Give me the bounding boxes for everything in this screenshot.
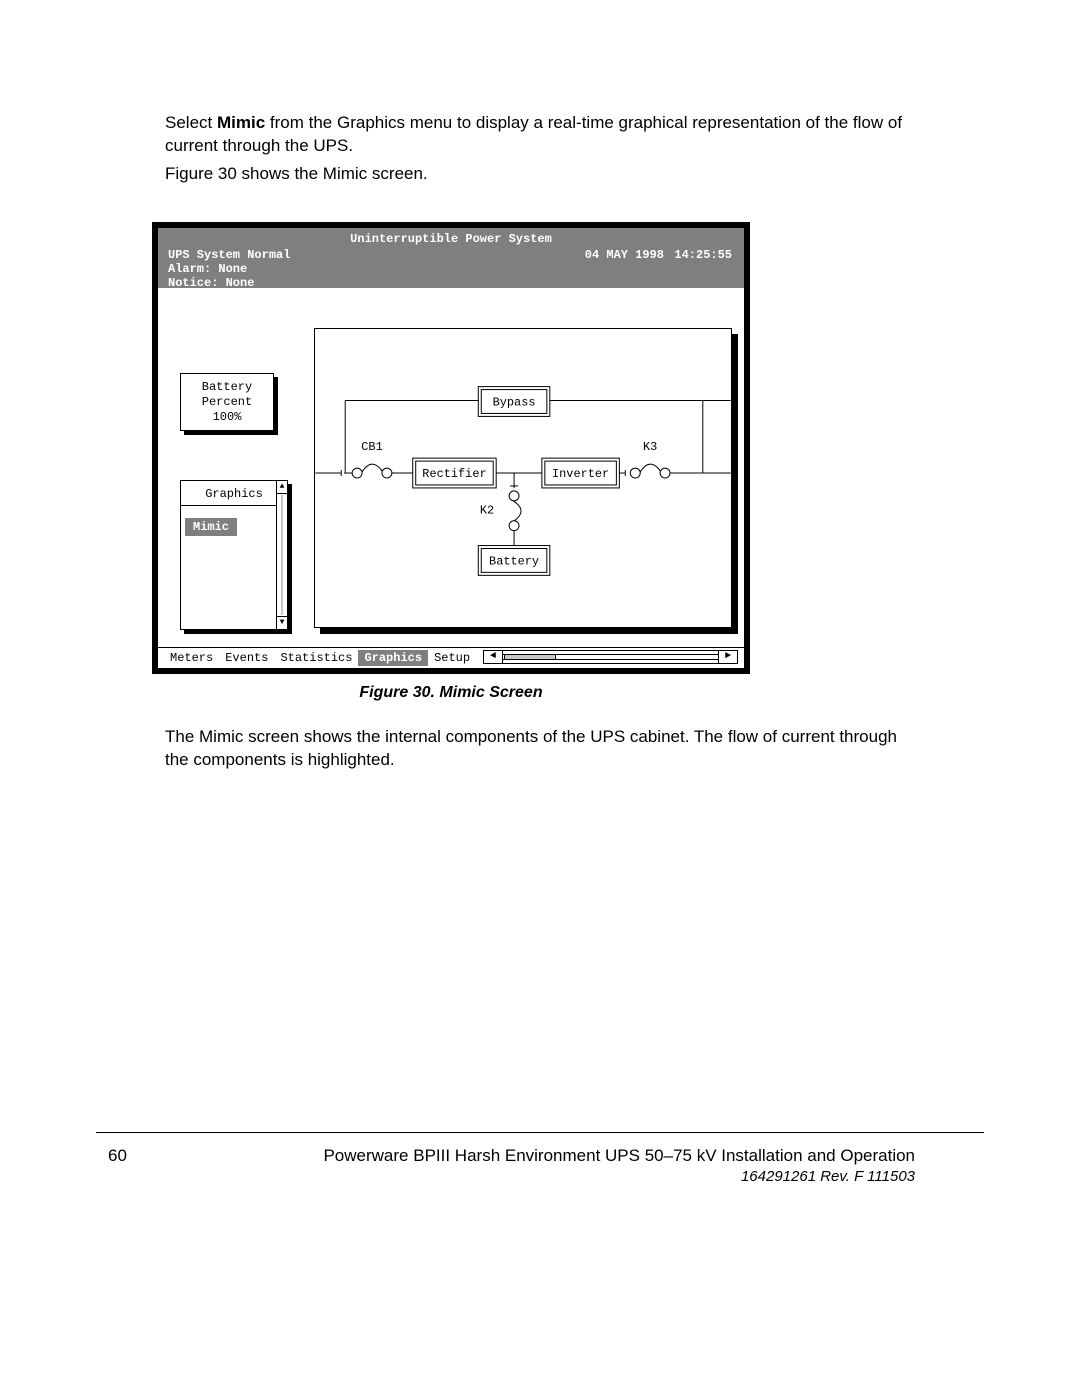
scrollbar-handle[interactable] — [504, 654, 556, 660]
divider — [181, 505, 287, 506]
battery-value: 100% — [213, 410, 242, 425]
menu-setup[interactable]: Setup — [428, 650, 476, 666]
chevron-down-icon[interactable]: ▼ — [277, 616, 287, 629]
mimic-diagram: Bypass Rectifier Inverter Battery — [314, 328, 732, 628]
text: Select — [165, 113, 217, 132]
menu-meters[interactable]: Meters — [164, 650, 219, 666]
k2-label: K2 — [480, 504, 494, 518]
battery-label-1: Battery — [202, 380, 252, 395]
screen-inner: Uninterruptible Power System UPS System … — [158, 228, 744, 668]
mimic-word: Mimic — [217, 113, 265, 132]
header-alarm: Alarm: None — [168, 262, 247, 276]
header-time: 14:25:55 — [674, 248, 732, 262]
menu-graphics[interactable]: Graphics — [358, 650, 428, 666]
footer-page-number: 60 — [108, 1146, 127, 1166]
document-page: Select Mimic from the Graphics menu to d… — [0, 0, 1080, 1397]
paragraph-1: Select Mimic from the Graphics menu to d… — [165, 112, 905, 158]
battery-percent-box: Battery Percent 100% — [180, 373, 274, 431]
chevron-up-icon[interactable]: ▲ — [277, 481, 287, 494]
graphics-menu-panel: Graphics Mimic ▲ ▼ — [180, 480, 288, 630]
k3-label: K3 — [643, 440, 657, 454]
menu-bar: Meters Events Statistics Graphics Setup … — [158, 647, 744, 668]
rectifier-label: Rectifier — [422, 467, 486, 481]
horizontal-scrollbar[interactable]: ◄ ► — [483, 650, 738, 664]
paragraph-3: The Mimic screen shows the internal comp… — [165, 726, 905, 772]
text: from the Graphics menu to display a real… — [165, 113, 902, 155]
paragraph-2: Figure 30 shows the Mimic screen. — [165, 163, 905, 186]
diagram-svg: Bypass Rectifier Inverter Battery — [315, 329, 731, 627]
bypass-label: Bypass — [493, 395, 536, 409]
screen-header: Uninterruptible Power System UPS System … — [158, 228, 744, 288]
graphics-menu-item-row: Mimic — [181, 514, 287, 536]
footer-rule — [96, 1132, 984, 1133]
cb1-label: CB1 — [361, 440, 382, 454]
battery-label: Battery — [489, 554, 539, 568]
chevron-right-icon[interactable]: ► — [718, 651, 737, 663]
chevron-left-icon[interactable]: ◄ — [484, 651, 503, 663]
header-status: UPS System Normal — [168, 248, 290, 262]
battery-label-2: Percent — [202, 395, 252, 410]
graphics-menu-title: Graphics — [181, 481, 287, 505]
inverter-label: Inverter — [552, 467, 609, 481]
scrollbar-track[interactable] — [281, 495, 283, 615]
scrollbar-track[interactable] — [503, 654, 718, 660]
header-date: 04 MAY 1998 — [585, 248, 664, 262]
menu-events[interactable]: Events — [219, 650, 274, 666]
mimic-screen-figure: Uninterruptible Power System UPS System … — [152, 222, 750, 674]
footer-revision: 164291261 Rev. F 111503 — [245, 1168, 915, 1185]
header-title: Uninterruptible Power System — [158, 232, 744, 246]
header-notice: Notice: None — [168, 276, 254, 290]
figure-caption: Figure 30. Mimic Screen — [152, 684, 750, 702]
menu-statistics[interactable]: Statistics — [274, 650, 358, 666]
graphics-menu-item-mimic[interactable]: Mimic — [185, 518, 237, 536]
graphics-menu-scrollbar[interactable]: ▲ ▼ — [276, 481, 287, 629]
footer-title: Powerware BPIII Harsh Environment UPS 50… — [245, 1146, 915, 1166]
